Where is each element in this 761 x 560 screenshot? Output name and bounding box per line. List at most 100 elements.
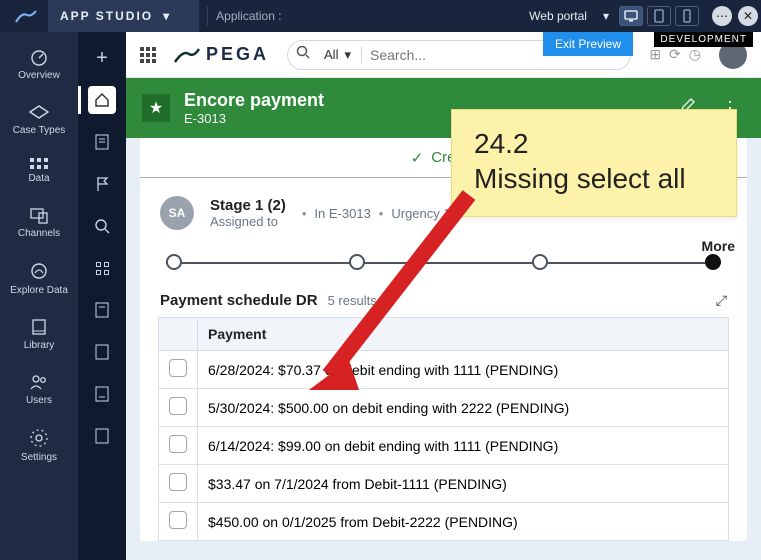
sidebar-label: Data — [0, 173, 78, 184]
check-icon: ✓ — [411, 149, 424, 167]
stage-avatar: SA — [160, 196, 194, 230]
timeline-node[interactable] — [166, 254, 182, 270]
book-icon — [30, 318, 48, 336]
sidebar-item-explore-data[interactable]: Explore Data — [0, 255, 78, 304]
search-icon — [94, 218, 110, 234]
table-row: $450.00 on 0/1/2025 from Debit-2222 (PEN… — [159, 503, 729, 541]
expand-section-button[interactable]: ⤢ — [716, 292, 727, 309]
rail-item-doc[interactable] — [88, 128, 116, 156]
sidebar-label: Users — [0, 395, 78, 406]
gear-icon — [29, 428, 49, 448]
exit-preview-button[interactable]: Exit Preview — [543, 32, 633, 56]
rail-item-doc2[interactable] — [88, 296, 116, 324]
portal-label: Web portal — [529, 9, 587, 23]
flag-icon — [95, 176, 109, 192]
app-studio-label: APP STUDIO — [60, 9, 153, 23]
header-icon-2[interactable]: ⟳ — [669, 46, 681, 63]
sidebar-item-case-types[interactable]: Case Types — [0, 97, 78, 144]
column-header-payment: Payment — [198, 318, 729, 351]
rail-item-doc3[interactable] — [88, 338, 116, 366]
payment-cell: $450.00 on 0/1/2025 from Debit-2222 (PEN… — [198, 503, 729, 541]
top-action-2[interactable]: ✕ — [738, 6, 758, 26]
row-checkbox[interactable] — [169, 397, 187, 415]
table-row: 6/28/2024: $70.37 on debit ending with 1… — [159, 351, 729, 389]
apps-icon — [96, 262, 109, 275]
secondary-rail: + — [78, 32, 126, 560]
payment-table: Payment 6/28/2024: $70.37 on debit endin… — [158, 317, 729, 541]
gauge-icon — [29, 46, 49, 66]
pega-wordmark: PEGA — [206, 44, 269, 65]
sidebar-label: Settings — [0, 452, 78, 463]
row-checkbox[interactable] — [169, 511, 187, 529]
sidebar-item-overview[interactable]: Overview — [0, 40, 78, 89]
payment-cell: $33.47 on 7/1/2024 from Debit-1111 (PEND… — [198, 465, 729, 503]
header-icon-3[interactable]: ◷ — [689, 46, 701, 63]
stage-urgency: Urgency 10 — [391, 206, 457, 221]
rail-add-button[interactable]: + — [88, 44, 116, 72]
document-icon — [95, 428, 109, 444]
rail-item-doc4[interactable] — [88, 380, 116, 408]
sidebar-item-data[interactable]: Data — [0, 152, 78, 192]
primary-side-nav: Overview Case Types Data Channels Explor… — [0, 32, 78, 560]
phone-icon — [683, 9, 691, 23]
rail-item-search[interactable] — [88, 212, 116, 240]
payment-cell: 5/30/2024: $500.00 on debit ending with … — [198, 389, 729, 427]
document-icon — [95, 344, 109, 360]
table-row: 6/14/2024: $99.00 on debit ending with 1… — [159, 427, 729, 465]
payment-cell: 6/28/2024: $70.37 on debit ending with 1… — [198, 351, 729, 389]
rail-item-apps[interactable] — [88, 254, 116, 282]
chevron-down-icon: ▾ — [603, 9, 609, 23]
stage-assigned-to: Assigned to — [210, 214, 286, 229]
pega-mark-icon — [14, 4, 38, 28]
section-title: Payment schedule DR — [160, 292, 318, 309]
document-icon — [95, 302, 109, 318]
sidebar-label: Case Types — [0, 125, 78, 136]
device-preview-group — [619, 6, 699, 26]
search-scope-dropdown[interactable]: All ▾ — [314, 47, 362, 63]
sidebar-item-library[interactable]: Library — [0, 312, 78, 359]
rail-home-button[interactable] — [88, 86, 116, 114]
rail-item-flag[interactable] — [88, 170, 116, 198]
pega-logo: PEGA — [174, 44, 269, 65]
device-tablet-button[interactable] — [647, 6, 671, 26]
tablet-icon — [654, 9, 664, 23]
chevron-down-icon: ▾ — [163, 9, 171, 23]
sidebar-label: Channels — [0, 228, 78, 239]
main-area: Exit Preview PEGA All ▾ — [126, 32, 761, 560]
sidebar-item-channels[interactable]: Channels — [0, 200, 78, 247]
row-checkbox[interactable] — [169, 473, 187, 491]
header-icon-group: ⊞ ⟳ ◷ — [649, 46, 701, 63]
device-desktop-button[interactable] — [619, 6, 643, 26]
device-phone-button[interactable] — [675, 6, 699, 26]
rail-item-doc5[interactable] — [88, 422, 116, 450]
timeline-node-current[interactable] — [705, 254, 721, 270]
pega-mark-icon — [174, 46, 200, 64]
section-count: 5 results — [328, 293, 377, 308]
case-id: E-3013 — [184, 111, 324, 126]
channels-icon — [29, 206, 49, 224]
table-header-row: Payment — [159, 318, 729, 351]
app-launcher-icon[interactable] — [140, 47, 156, 63]
progress-timeline — [166, 246, 721, 280]
stage-in-case: In E-3013 — [314, 206, 370, 221]
top-action-1[interactable]: ⋯ — [712, 6, 732, 26]
sidebar-item-users[interactable]: Users — [0, 367, 78, 414]
application-label: Application : — [216, 9, 281, 23]
sidebar-label: Library — [0, 340, 78, 351]
search-icon — [296, 45, 310, 64]
row-checkbox[interactable] — [169, 435, 187, 453]
timeline-node[interactable] — [349, 254, 365, 270]
timeline-node[interactable] — [532, 254, 548, 270]
sidebar-label: Explore Data — [0, 285, 78, 296]
annotation-sticky-note: 24.2 Missing select all — [451, 109, 737, 217]
portal-switcher[interactable]: Web portal ▾ — [529, 9, 609, 23]
case-star-icon[interactable]: ★ — [142, 94, 170, 122]
select-all-header — [159, 318, 198, 351]
header-icon-1[interactable]: ⊞ — [649, 46, 661, 63]
sidebar-item-settings[interactable]: Settings — [0, 422, 78, 471]
payment-section-header: Payment schedule DR 5 results ⤢ — [140, 284, 747, 317]
sidebar-label: Overview — [0, 70, 78, 81]
users-icon — [28, 373, 50, 391]
row-checkbox[interactable] — [169, 359, 187, 377]
app-studio-switcher[interactable]: APP STUDIO ▾ — [48, 0, 199, 32]
